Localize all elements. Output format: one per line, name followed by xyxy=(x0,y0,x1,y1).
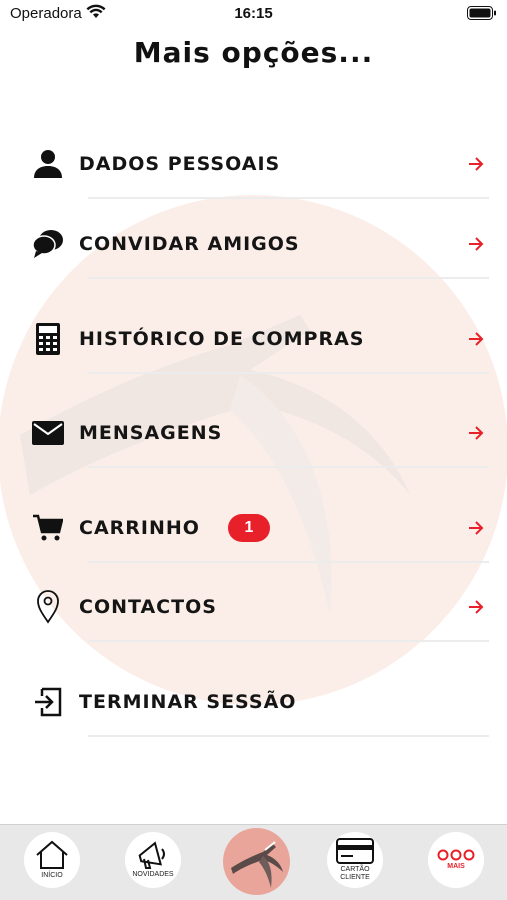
menu-item-label: DADOS PESSOAIS xyxy=(79,153,281,175)
menu-item-dados-pessoais[interactable]: DADOS PESSOAIS xyxy=(0,129,507,199)
divider xyxy=(88,197,489,199)
tab-mais[interactable]: MAIS xyxy=(428,832,484,888)
menu-item-terminar-sessao[interactable]: TERMINAR SESSÃO xyxy=(0,667,507,737)
tab-label: NOVIDADES xyxy=(132,871,174,878)
tab-cartao-cliente[interactable]: CARTÃO CLIENTE xyxy=(327,832,383,888)
logout-icon xyxy=(31,685,65,719)
menu-item-label: HISTÓRICO DE COMPRAS xyxy=(79,328,365,350)
divider xyxy=(88,640,489,642)
tab-novidades[interactable]: NOVIDADES xyxy=(125,832,181,888)
tab-label: MAIS xyxy=(447,863,465,870)
menu-item-label: CARRINHO xyxy=(79,517,200,539)
envelope-icon xyxy=(31,416,65,450)
divider xyxy=(88,466,489,468)
tab-inicio[interactable]: INÍCIO xyxy=(24,832,80,888)
megaphone-icon xyxy=(138,841,165,869)
menu-item-label: CONVIDAR AMIGOS xyxy=(79,233,300,255)
divider xyxy=(88,561,489,563)
person-icon xyxy=(31,147,65,181)
divider xyxy=(88,735,489,737)
divider xyxy=(88,372,489,374)
cart-icon xyxy=(31,511,65,545)
menu-item-label: MENSAGENS xyxy=(79,422,223,444)
menu-item-historico-de-compras[interactable]: HISTÓRICO DE COMPRAS xyxy=(0,304,507,374)
arrow-right-icon xyxy=(469,600,484,614)
card-icon xyxy=(336,838,374,864)
location-pin-icon xyxy=(31,590,65,624)
home-icon xyxy=(36,840,68,869)
tab-logo[interactable] xyxy=(223,828,290,895)
menu-item-carrinho[interactable]: CARRINHO 1 xyxy=(0,493,507,563)
menu-item-label: CONTACTOS xyxy=(79,596,217,618)
tab-label: INÍCIO xyxy=(41,872,63,879)
menu-item-convidar-amigos[interactable]: CONVIDAR AMIGOS xyxy=(0,209,507,279)
arrow-right-icon xyxy=(469,521,484,535)
menu-item-label: TERMINAR SESSÃO xyxy=(79,691,297,713)
status-bar: Operadora 16:15 xyxy=(0,0,507,30)
tab-label: CARTÃO CLIENTE xyxy=(340,866,370,881)
arrow-right-icon xyxy=(469,237,484,251)
divider xyxy=(88,277,489,279)
tab-bar: INÍCIO NOVIDADES CARTÃO CLIENTE MAIS xyxy=(0,824,507,900)
cart-count-badge: 1 xyxy=(228,514,270,542)
chat-bubbles-icon xyxy=(31,227,65,261)
menu-item-contactos[interactable]: CONTACTOS xyxy=(0,572,507,642)
page-title: Mais opções... xyxy=(133,36,374,69)
menu-item-mensagens[interactable]: MENSAGENS xyxy=(0,398,507,468)
battery-icon xyxy=(467,6,496,20)
arrow-right-icon xyxy=(469,426,484,440)
status-time: 16:15 xyxy=(234,5,273,22)
arrow-right-icon xyxy=(469,332,484,346)
logo-icon xyxy=(231,841,283,888)
arrow-right-icon xyxy=(469,157,484,171)
more-dots-icon xyxy=(437,849,475,861)
calculator-icon xyxy=(31,322,65,356)
